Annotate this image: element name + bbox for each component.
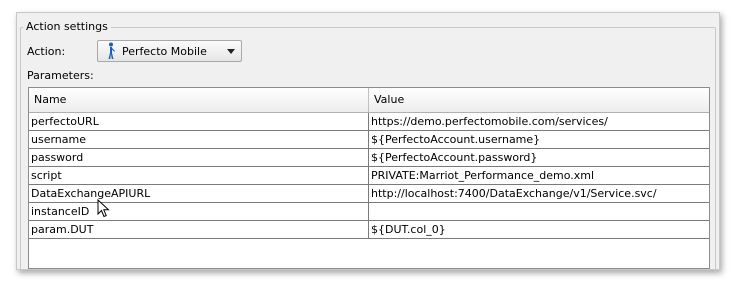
param-value-cell[interactable]: https://demo.perfectomobile.com/services… — [369, 113, 709, 130]
table-body: perfectoURL https://demo.perfectomobile.c… — [29, 113, 709, 239]
table-row[interactable]: DataExchangeAPIURL http://localhost:7400/… — [29, 185, 709, 203]
group-title: Action settings — [23, 19, 111, 35]
param-name-cell[interactable]: DataExchangeAPIURL — [29, 185, 369, 202]
param-value-cell[interactable]: ${PerfectoAccount.username} — [369, 131, 709, 148]
table-row[interactable]: perfectoURL https://demo.perfectomobile.c… — [29, 113, 709, 131]
table-header: Name Value — [29, 88, 709, 113]
table-row[interactable]: password ${PerfectoAccount.password} — [29, 149, 709, 167]
param-name-cell[interactable]: password — [29, 149, 369, 166]
column-header-value[interactable]: Value — [369, 88, 709, 112]
parameters-label: Parameters: — [27, 69, 94, 82]
parameters-table: Name Value perfectoURL https://demo.perfe… — [28, 87, 710, 269]
param-value-cell[interactable] — [369, 203, 709, 220]
action-label: Action: — [27, 45, 66, 58]
param-value-cell[interactable]: ${PerfectoAccount.password} — [369, 149, 709, 166]
mouse-cursor-icon — [97, 199, 110, 218]
action-dropdown[interactable]: Perfecto Mobile — [97, 40, 242, 62]
table-row[interactable]: instanceID — [29, 203, 709, 221]
table-row[interactable]: param.DUT ${DUT.col_0} — [29, 221, 709, 239]
table-row[interactable]: script PRIVATE:Marriot_Performance_demo.x… — [29, 167, 709, 185]
chevron-down-icon[interactable] — [227, 48, 235, 54]
param-value-cell[interactable]: PRIVATE:Marriot_Performance_demo.xml — [369, 167, 709, 184]
action-settings-panel: Action settings Action: Perfecto Mobile … — [16, 12, 720, 273]
person-icon — [108, 42, 115, 59]
param-value-cell[interactable]: http://localhost:7400/DataExchange/v1/Se… — [369, 185, 709, 202]
param-value-cell[interactable]: ${DUT.col_0} — [369, 221, 709, 238]
table-row[interactable]: username ${PerfectoAccount.username} — [29, 131, 709, 149]
param-name-cell[interactable]: script — [29, 167, 369, 184]
action-dropdown-value: Perfecto Mobile — [122, 44, 207, 58]
param-name-cell[interactable]: perfectoURL — [29, 113, 369, 130]
param-name-cell[interactable]: param.DUT — [29, 221, 369, 238]
param-name-cell[interactable]: username — [29, 131, 369, 148]
param-name-cell[interactable]: instanceID — [29, 203, 369, 220]
column-header-name[interactable]: Name — [29, 88, 369, 112]
